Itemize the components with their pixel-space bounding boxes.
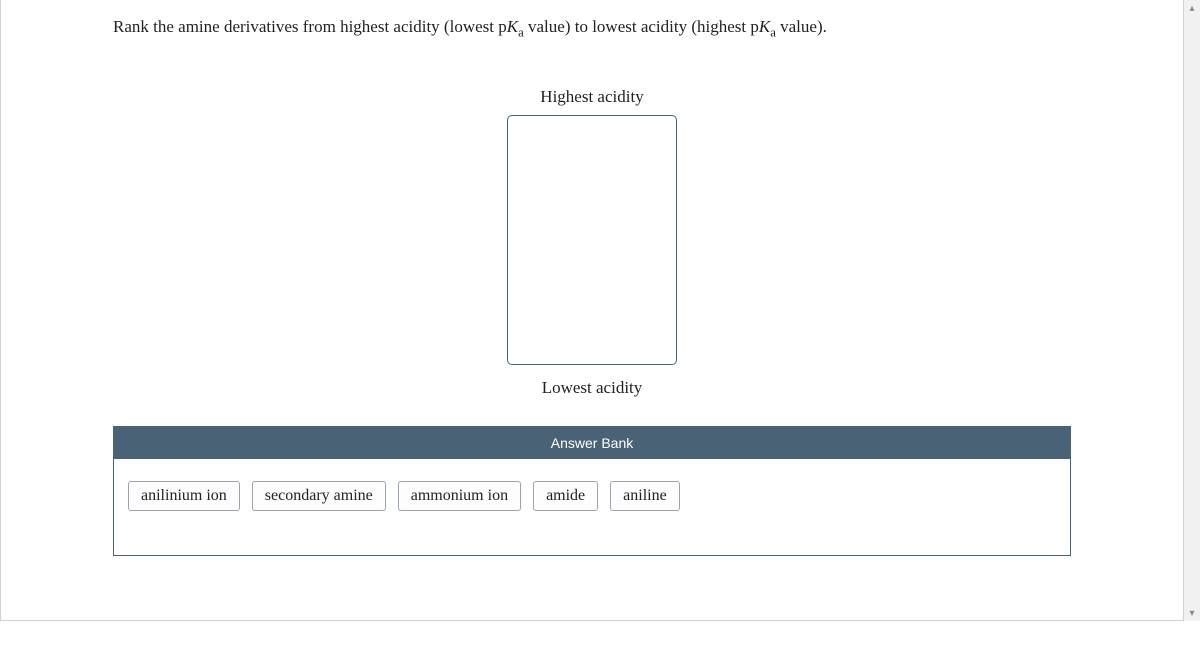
q-mid: value) to lowest acidity (highest p <box>524 17 759 36</box>
q-K1: K <box>507 17 518 36</box>
ranking-area: Highest acidity Lowest acidity <box>1 87 1183 398</box>
q-suffix: value). <box>776 17 827 36</box>
scroll-down-button[interactable]: ▾ <box>1184 605 1200 621</box>
q-K2: K <box>759 17 770 36</box>
scrollbar-track[interactable] <box>1184 0 1200 621</box>
label-lowest: Lowest acidity <box>1 378 1183 398</box>
scroll-up-button[interactable]: ▴ <box>1184 0 1200 16</box>
question-text: Rank the amine derivatives from highest … <box>113 15 1071 42</box>
option-aniline[interactable]: aniline <box>610 481 680 511</box>
q-part1: Rank the amine derivatives from highest … <box>113 17 507 36</box>
chevron-down-icon: ▾ <box>1189 608 1194 619</box>
option-amide[interactable]: amide <box>533 481 598 511</box>
option-anilinium-ion[interactable]: anilinium ion <box>128 481 240 511</box>
label-highest: Highest acidity <box>1 87 1183 107</box>
chevron-up-icon: ▴ <box>1189 3 1194 14</box>
option-secondary-amine[interactable]: secondary amine <box>252 481 386 511</box>
answer-bank-header: Answer Bank <box>114 427 1070 459</box>
option-ammonium-ion[interactable]: ammonium ion <box>398 481 521 511</box>
answer-bank-body: anilinium ion secondary amine ammonium i… <box>114 459 1070 555</box>
answer-bank: Answer Bank anilinium ion secondary amin… <box>113 426 1071 556</box>
ranking-drop-zone[interactable] <box>507 115 677 365</box>
question-panel: Rank the amine derivatives from highest … <box>0 0 1184 621</box>
